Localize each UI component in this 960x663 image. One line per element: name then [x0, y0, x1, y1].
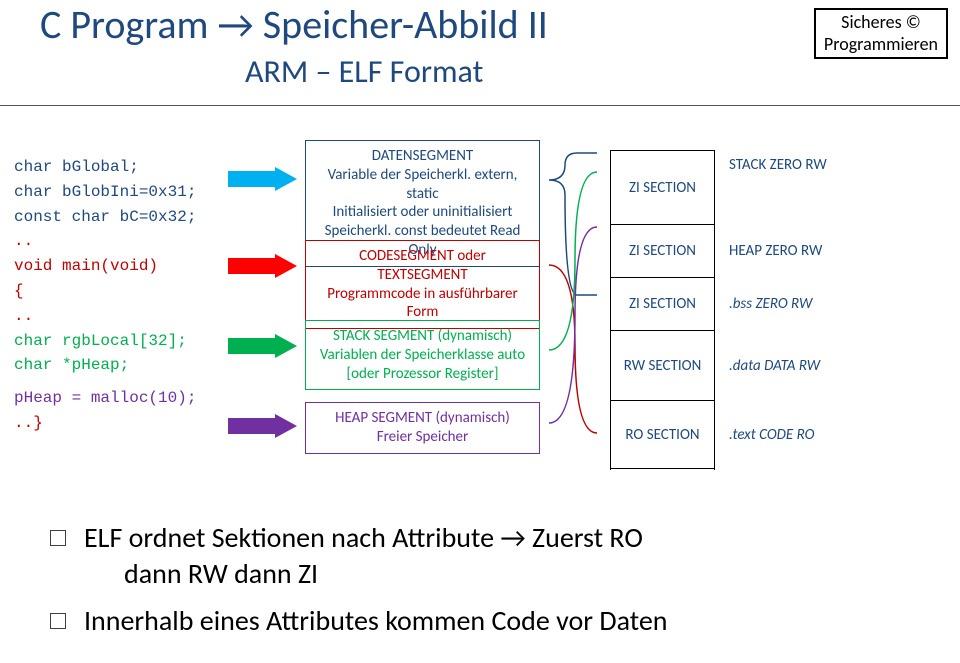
code-line: ..} [14, 411, 224, 436]
arrow-code [228, 255, 298, 277]
section-label: STACK ZERO RW [729, 156, 827, 174]
bullet-box-icon [50, 613, 66, 629]
section-name: ZI SECTION [629, 242, 696, 260]
arrow-data [228, 168, 298, 190]
badge-line-2: Programmieren [824, 34, 938, 56]
code-line: void main(void) [14, 254, 224, 279]
code-line: .. [14, 229, 224, 254]
section-label: .bss ZERO RW [729, 295, 812, 313]
slide-title: C Program → Speicher-Abbild II [40, 0, 548, 49]
diagram-content: char bGlobal; char bGlobIni=0x31; const … [0, 140, 960, 500]
bullet-line: Innerhalb eines Attributes kommen Code v… [84, 603, 920, 639]
segment-title: CODESEGMENT oder TEXTSEGMENT [314, 247, 531, 285]
section-label: HEAP ZERO RW [729, 242, 822, 260]
section-name: RW SECTION [624, 357, 702, 375]
section-label: .text CODE RO [729, 426, 814, 444]
bracket-heap [545, 215, 610, 430]
section-name: ZI SECTION [629, 295, 696, 313]
source-code: char bGlobal; char bGlobIni=0x31; const … [14, 155, 224, 436]
code-line: char bGlobal; [14, 155, 224, 180]
section-row: RO SECTION .text CODE RO [611, 401, 714, 469]
segment-code: CODESEGMENT oder TEXTSEGMENT Programmcod… [305, 240, 540, 329]
arrow-heap [228, 415, 298, 437]
bullet-box-icon [50, 530, 66, 546]
sections-column: ZI SECTION STACK ZERO RW ZI SECTION HEAP… [610, 150, 715, 470]
section-name: RO SECTION [625, 426, 699, 444]
code-line: { [14, 279, 224, 304]
segment-line: [oder Prozessor Register] [314, 365, 531, 384]
segment-line: Initialisiert oder uninitialisiert [314, 203, 531, 222]
slide-subtitle: ARM – ELF Format [245, 52, 483, 91]
segment-heap: HEAP SEGMENT (dynamisch) Freier Speicher [305, 402, 540, 454]
code-line: char bGlobIni=0x31; [14, 180, 224, 205]
code-line: .. [14, 304, 224, 329]
section-row: RW SECTION .data DATA RW [611, 331, 714, 401]
segment-line: Programmcode in ausführbarer Form [314, 285, 531, 323]
section-name: ZI SECTION [629, 179, 696, 197]
slide-header: C Program → Speicher-Abbild II ARM – ELF… [0, 0, 960, 120]
bullet-list: ELF ordnet Sektionen nach Attribute → Zu… [50, 520, 920, 649]
code-line: char rgbLocal[32]; [14, 329, 224, 354]
segment-line: Variablen der Speicherklasse auto [314, 346, 531, 365]
bullet-item: ELF ordnet Sektionen nach Attribute → Zu… [50, 520, 920, 593]
code-line: const char bC=0x32; [14, 205, 224, 230]
section-row: ZI SECTION HEAP ZERO RW [611, 225, 714, 278]
section-row: ZI SECTION .bss ZERO RW [611, 278, 714, 331]
segment-title: DATENSEGMENT [314, 147, 531, 166]
bullet-item: Innerhalb eines Attributes kommen Code v… [50, 603, 920, 639]
segment-stack: STACK SEGMENT (dynamisch) Variablen der … [305, 320, 540, 390]
segment-line: Variable der Speicherkl. extern, static [314, 166, 531, 204]
segment-line: Freier Speicher [314, 428, 531, 447]
bullet-line: ELF ordnet Sektionen nach Attribute → Zu… [84, 520, 920, 556]
section-label: .data DATA RW [729, 357, 820, 375]
course-badge: Sicheres © Programmieren [814, 8, 948, 59]
segment-title: HEAP SEGMENT (dynamisch) [314, 409, 531, 428]
header-rule [0, 105, 960, 106]
bullet-line: dann RW dann ZI [84, 556, 920, 592]
code-line: char *pHeap; [14, 353, 224, 378]
code-line: pHeap = malloc(10); [14, 386, 224, 411]
section-row: ZI SECTION STACK ZERO RW [611, 150, 714, 225]
badge-line-1: Sicheres © [824, 12, 938, 34]
segment-title: STACK SEGMENT (dynamisch) [314, 327, 531, 346]
arrow-stack [228, 335, 298, 357]
